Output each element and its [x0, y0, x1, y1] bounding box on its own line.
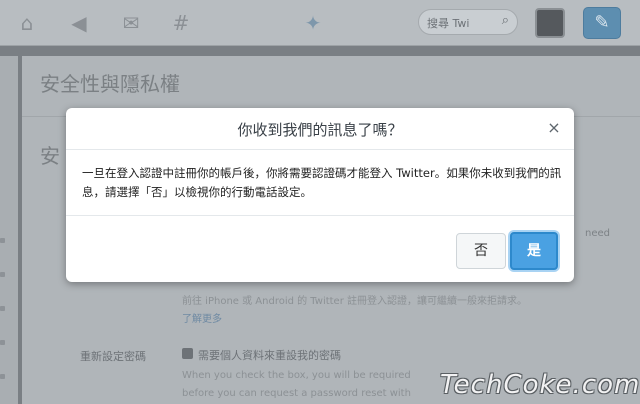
- sidebar-marker: [0, 374, 5, 379]
- login-verification-note: 前往 iPhone 或 Android 的 Twitter 註冊登入認證，讓可繼…: [182, 296, 528, 307]
- close-icon[interactable]: ×: [544, 118, 564, 138]
- top-navigation-bar: ⌂ ◀ ✉ # ✦ 搜尋 Twi ⌕ ✎: [0, 0, 640, 46]
- password-reset-label: 重新設定密碼: [80, 350, 146, 363]
- sidebar-marker: [0, 272, 5, 277]
- section-title: 安: [40, 144, 60, 168]
- dialog-header: 你收到我們的訊息了嗎？ ×: [66, 108, 574, 150]
- compose-tweet-icon[interactable]: ✎: [583, 7, 621, 39]
- yes-button[interactable]: 是: [510, 232, 558, 270]
- password-reset-checkbox[interactable]: [182, 348, 193, 359]
- sidebar-marker: [0, 306, 5, 311]
- discover-icon[interactable]: #: [168, 10, 194, 36]
- messages-icon[interactable]: ✉: [118, 10, 144, 36]
- sidebar-marker: [0, 238, 5, 243]
- home-icon[interactable]: ⌂: [14, 10, 40, 36]
- dialog-message: 一旦在登入認證中註冊你的帳戶後，你將需要認證碼才能登入 Twitter。如果你未…: [82, 166, 562, 199]
- notifications-icon[interactable]: ◀: [66, 10, 92, 36]
- background-text: need: [585, 228, 610, 239]
- password-reset-help-line: When you check the box, you will be requ…: [182, 370, 411, 381]
- search-box[interactable]: 搜尋 Twi ⌕: [418, 9, 518, 35]
- twitter-bird-icon[interactable]: ✦: [300, 10, 326, 36]
- search-input[interactable]: 搜尋 Twi: [427, 15, 469, 31]
- no-button[interactable]: 否: [456, 233, 506, 269]
- learn-more-link[interactable]: 了解更多: [182, 310, 222, 325]
- search-icon[interactable]: ⌕: [502, 13, 509, 28]
- page-title: 安全性與隱私權: [40, 72, 180, 96]
- verification-dialog: 你收到我們的訊息了嗎？ × 一旦在登入認證中註冊你的帳戶後，你將需要認證碼才能登…: [66, 108, 574, 282]
- sidebar-marker: [0, 340, 5, 345]
- dialog-title: 你收到我們的訊息了嗎？: [237, 121, 403, 139]
- watermark-logo: TechCoke.com: [440, 370, 640, 400]
- sidebar: [0, 56, 18, 404]
- avatar[interactable]: [535, 8, 565, 38]
- password-reset-help-line: before you can request a password reset …: [182, 388, 411, 399]
- password-reset-checkbox-label: 需要個人資料來重設我的密碼: [198, 349, 341, 362]
